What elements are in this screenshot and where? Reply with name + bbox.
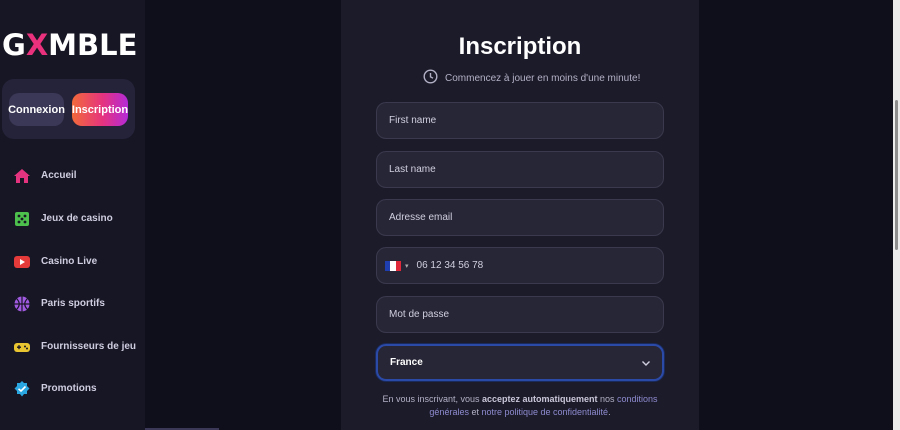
play-icon xyxy=(13,253,31,271)
subtitle-text: Commencez à jouer en moins d'une minute! xyxy=(445,72,641,84)
subtitle: Commencez à jouer en moins d'une minute! xyxy=(423,69,640,87)
password-placeholder: Mot de passe xyxy=(389,309,450,320)
france-flag-icon[interactable] xyxy=(385,260,401,271)
sidebar-item-label: Promotions xyxy=(41,383,97,394)
privacy-link[interactable]: notre politique de confidentialité xyxy=(481,407,608,417)
clock-icon xyxy=(423,69,438,87)
email-field[interactable]: Adresse email xyxy=(376,199,664,236)
sidebar-item-promotions[interactable]: Promotions xyxy=(13,380,138,398)
sidebar-item-accueil[interactable]: Accueil xyxy=(13,167,138,185)
sidebar-item-paris-sportifs[interactable]: Paris sportifs xyxy=(13,295,138,313)
basketball-icon xyxy=(13,295,31,313)
first-name-field[interactable]: First name xyxy=(376,102,664,139)
sidebar-item-casino-live[interactable]: Casino Live xyxy=(13,253,138,271)
gamepad-icon xyxy=(13,338,31,356)
sidebar-item-label: Accueil xyxy=(41,170,77,181)
email-placeholder: Adresse email xyxy=(389,212,453,223)
badge-check-icon xyxy=(13,380,31,398)
dice-icon xyxy=(13,210,31,228)
password-field[interactable]: Mot de passe xyxy=(376,296,664,333)
terms-notice: En vous inscrivant, vous acceptez automa… xyxy=(382,394,658,417)
home-icon xyxy=(13,167,31,185)
page-title: Inscription xyxy=(458,33,582,60)
sidebar-item-fournisseurs[interactable]: Fournisseurs de jeu xyxy=(13,338,138,356)
sidebar-item-label: Jeux de casino xyxy=(41,213,113,224)
last-name-field[interactable]: Last name xyxy=(376,151,664,188)
scrollbar-thumb[interactable] xyxy=(895,100,898,250)
sidebar-item-jeux-de-casino[interactable]: Jeux de casino xyxy=(13,210,138,228)
sidebar-item-label: Casino Live xyxy=(41,256,98,267)
logo[interactable]: GXMBLE xyxy=(2,28,137,62)
content-gutter xyxy=(145,0,341,430)
country-value: France xyxy=(390,357,423,368)
first-name-placeholder: First name xyxy=(389,115,437,126)
chevron-down-icon xyxy=(640,357,652,372)
phone-field[interactable]: ▾ 06 12 34 56 78 xyxy=(376,247,664,284)
country-code-caret-icon[interactable]: ▾ xyxy=(405,262,409,270)
login-button[interactable]: Connexion xyxy=(8,93,65,126)
sidebar-item-label: Fournisseurs de jeu xyxy=(41,341,137,352)
last-name-placeholder: Last name xyxy=(389,164,436,175)
sidebar-item-label: Paris sportifs xyxy=(41,298,105,309)
right-background xyxy=(699,0,900,430)
phone-placeholder: 06 12 34 56 78 xyxy=(416,260,484,271)
signup-button[interactable]: Inscription xyxy=(72,93,128,126)
country-select[interactable]: France xyxy=(376,344,664,381)
